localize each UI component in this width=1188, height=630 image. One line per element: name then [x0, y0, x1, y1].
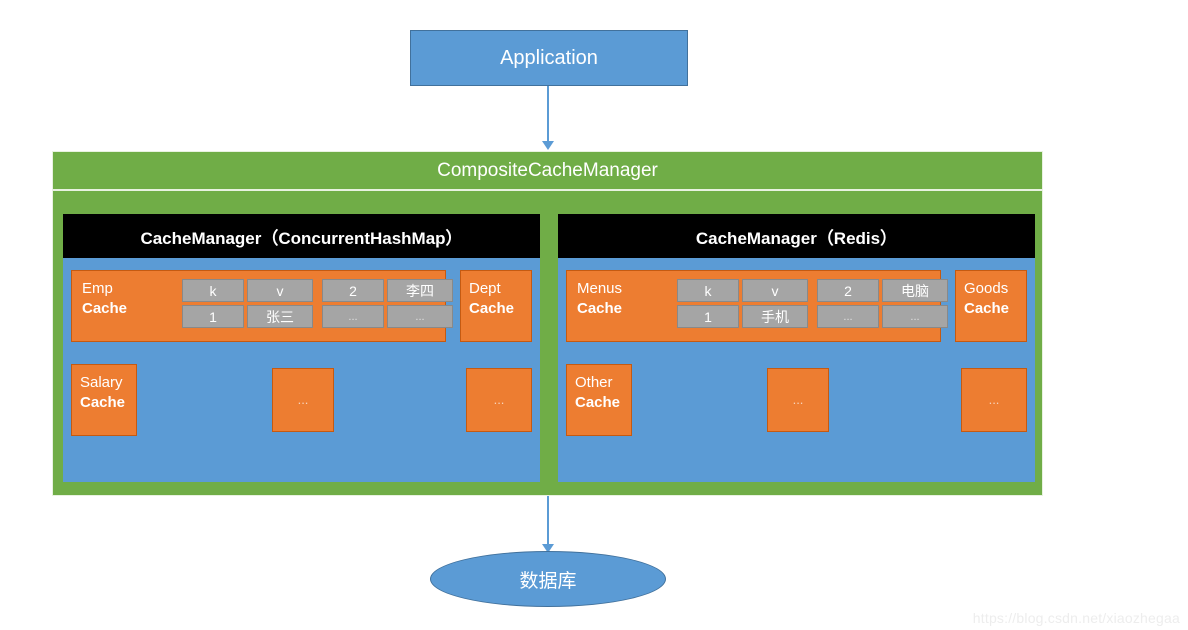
dept-cache-suffix: Cache [469, 300, 515, 317]
dept-cache-panel[interactable]: Dept Cache [460, 270, 532, 342]
goods-cache-panel[interactable]: Goods Cache [955, 270, 1027, 342]
cache-manager-header: CacheManager（Redis） [558, 214, 1035, 258]
kv-row: k v [677, 279, 808, 302]
watermark: https://blog.csdn.net/xiaozhegaa [972, 610, 1180, 626]
arrow-application-to-composite-head [542, 141, 554, 150]
kv-row: 2 李四 [322, 279, 453, 302]
emp-kv-table-1: k v 1 张三 [182, 279, 313, 331]
other-cache-name: Other [575, 374, 613, 391]
emp-cache-suffix: Cache [82, 300, 128, 317]
kv-row: 2 电脑 [817, 279, 948, 302]
cache-manager-header-label: CacheManager（ConcurrentHashMap） [140, 228, 463, 248]
application-box[interactable]: Application [410, 30, 688, 86]
arrow-application-to-composite-line [547, 86, 549, 142]
cache-manager-redis: CacheManager（Redis） Menus Cache k v 1 手机… [558, 214, 1035, 482]
emp-kv-table-2: 2 李四 ... ... [322, 279, 453, 331]
kv-row: ... ... [322, 305, 453, 328]
kv-row: 1 张三 [182, 305, 313, 328]
cache-manager-header-label: CacheManager（Redis） [695, 228, 898, 248]
placeholder-cache-right-label: ... [988, 392, 1000, 407]
database-node[interactable]: 数据库 [430, 551, 666, 607]
composite-title-label: CompositeCacheManager [437, 159, 658, 181]
cache-row: Salary Cache ... ... [63, 364, 540, 436]
placeholder-cache-right-label: ... [493, 392, 505, 407]
kv-cell: ... [817, 305, 879, 328]
salary-cache-name: Salary [80, 374, 123, 391]
cache-row: Emp Cache k v 1 张三 2 李四 ... ... Dept Cac… [63, 270, 540, 342]
cache-row: Other Cache ... ... [558, 364, 1035, 436]
placeholder-cache-middle-label: ... [297, 392, 309, 407]
menus-cache-panel[interactable]: Menus Cache k v 1 手机 2 电脑 ... ... [566, 270, 948, 342]
kv-cell: ... [387, 305, 453, 328]
placeholder-cache-middle-label: ... [792, 392, 804, 407]
placeholder-cache-middle[interactable]: ... [767, 368, 829, 432]
menus-kv-table-1: k v 1 手机 [677, 279, 808, 331]
cache-manager-header: CacheManager（ConcurrentHashMap） [63, 214, 540, 258]
database-label: 数据库 [519, 570, 577, 592]
placeholder-cache-middle[interactable]: ... [272, 368, 334, 432]
kv-cell: 李四 [387, 279, 453, 302]
kv-cell: ... [882, 305, 948, 328]
menus-cache-name: Menus [577, 280, 623, 297]
composite-cache-manager: CompositeCacheManager CacheManager（Concu… [52, 151, 1043, 496]
kv-row: k v [182, 279, 313, 302]
other-cache-suffix: Cache [575, 394, 621, 411]
goods-cache-suffix: Cache [964, 300, 1010, 317]
salary-cache-suffix: Cache [80, 394, 126, 411]
emp-cache-name: Emp [82, 280, 113, 297]
kv-cell: k [677, 279, 739, 302]
placeholder-cache-right[interactable]: ... [466, 368, 532, 432]
cache-row: Menus Cache k v 1 手机 2 电脑 ... ... Goods … [558, 270, 1035, 342]
dept-cache-name: Dept [469, 280, 501, 297]
kv-row: 1 手机 [677, 305, 808, 328]
diagram-canvas: Application CompositeCacheManager CacheM… [0, 0, 1188, 630]
salary-cache-panel[interactable]: Salary Cache [71, 364, 137, 436]
placeholder-cache-right[interactable]: ... [961, 368, 1027, 432]
kv-cell: 2 [322, 279, 384, 302]
goods-cache-name: Goods [964, 280, 1009, 297]
kv-cell: 1 [677, 305, 739, 328]
kv-cell: 张三 [247, 305, 313, 328]
other-cache-panel[interactable]: Other Cache [566, 364, 632, 436]
menus-cache-suffix: Cache [577, 300, 623, 317]
kv-cell: 1 [182, 305, 244, 328]
kv-cell: ... [322, 305, 384, 328]
menus-kv-table-2: 2 电脑 ... ... [817, 279, 948, 331]
arrow-composite-to-database-line [547, 496, 549, 546]
kv-row: ... ... [817, 305, 948, 328]
kv-cell: 2 [817, 279, 879, 302]
cache-manager-concurrenthashmap: CacheManager（ConcurrentHashMap） Emp Cach… [63, 214, 540, 482]
kv-cell: v [742, 279, 808, 302]
emp-cache-panel[interactable]: Emp Cache k v 1 张三 2 李四 ... ... [71, 270, 453, 342]
kv-cell: v [247, 279, 313, 302]
application-label: Application [500, 46, 598, 69]
menus-cache-label: Menus Cache [577, 279, 622, 319]
composite-title: CompositeCacheManager [53, 152, 1042, 191]
kv-cell: 手机 [742, 305, 808, 328]
kv-cell: k [182, 279, 244, 302]
kv-cell: 电脑 [882, 279, 948, 302]
emp-cache-label: Emp Cache [82, 279, 127, 319]
